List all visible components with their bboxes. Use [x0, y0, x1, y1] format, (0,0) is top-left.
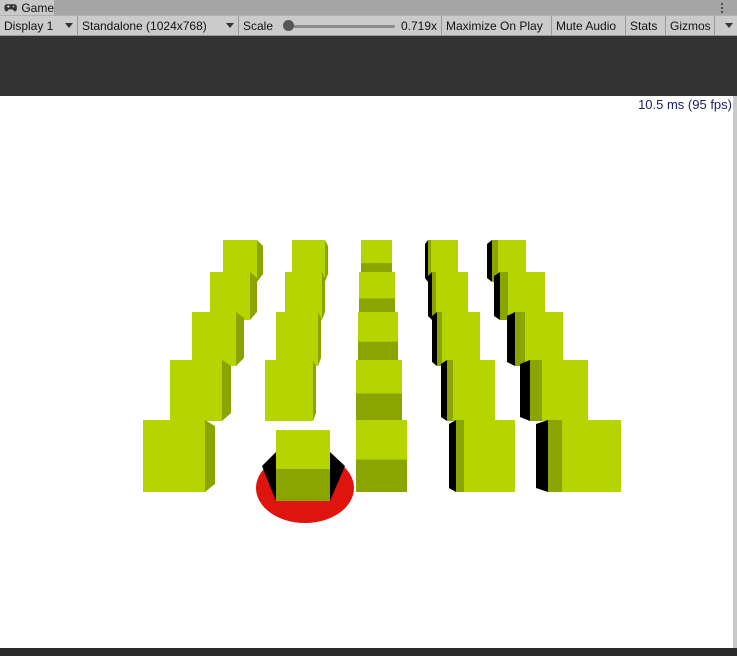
cube-24-shadow: [536, 420, 548, 492]
maximize-on-play-label: Maximize On Play: [446, 19, 543, 33]
cube-8-shadow: [428, 272, 432, 320]
maximize-on-play-toggle[interactable]: Maximize On Play: [442, 16, 552, 36]
game-window: Game Display 1 Standalone (1024x768) Sca…: [0, 0, 737, 656]
cube-4-shadow: [487, 240, 492, 282]
cube-18-shadow: [441, 360, 447, 421]
window-right-edge: [733, 96, 737, 648]
gizmos-label: Gizmos: [670, 19, 711, 33]
cube-11-side: [318, 312, 321, 366]
scale-slider-track[interactable]: [290, 25, 395, 28]
cube-5-side: [250, 272, 257, 320]
scale-value: 0.719x: [400, 19, 437, 33]
cube-13-shadow: [432, 312, 437, 366]
cube-18-front: [453, 360, 495, 421]
cube-20-side: [205, 420, 215, 492]
cube-10-side: [236, 312, 244, 366]
fps-readout: 10.5 ms (95 fps): [638, 97, 732, 112]
cube-21-lower-face: [276, 469, 330, 501]
cube-11-front: [276, 312, 318, 366]
cube-6-side: [322, 272, 325, 320]
cube-15-front: [170, 360, 222, 421]
cube-0-side: [257, 240, 263, 282]
gizmos-dropdown[interactable]: [715, 16, 737, 36]
scale-label: Scale: [243, 19, 274, 33]
tab-bar: Game: [0, 0, 737, 15]
cube-8-side: [432, 272, 436, 320]
tab-game[interactable]: Game: [0, 0, 54, 15]
cube-10-front: [192, 312, 236, 366]
game-scene: [143, 240, 621, 523]
cube-24-side: [548, 420, 562, 492]
cube-20-front: [143, 420, 205, 492]
mute-audio-toggle[interactable]: Mute Audio: [552, 16, 626, 36]
stats-label: Stats: [630, 19, 658, 33]
cube-18-side: [447, 360, 453, 421]
gamepad-icon: [4, 3, 17, 11]
cube-13-front: [442, 312, 480, 366]
chevron-down-icon: [65, 23, 73, 28]
cube-24-front: [562, 420, 621, 492]
cube-23-front: [464, 420, 515, 492]
chevron-down-icon: [226, 23, 234, 28]
gizmos-toggle[interactable]: Gizmos: [666, 16, 715, 36]
cube-19-front: [542, 360, 588, 421]
cube-17-lower-face: [356, 393, 402, 421]
more-options-icon[interactable]: [717, 0, 727, 15]
cube-1-side: [325, 240, 328, 282]
resolution-dropdown[interactable]: Standalone (1024x768): [78, 16, 239, 36]
cube-19-side: [530, 360, 542, 421]
scale-slider-thumb[interactable]: [283, 20, 294, 31]
game-toolbar: Display 1 Standalone (1024x768) Scale 0.…: [0, 15, 737, 36]
game-view-letterbox-top: [0, 36, 737, 96]
cube-9-shadow: [494, 272, 500, 320]
cube-19-shadow: [520, 360, 530, 421]
cube-23-side: [456, 420, 464, 492]
cube-22-lower-face: [356, 459, 407, 492]
chevron-down-icon: [725, 23, 733, 28]
game-viewport[interactable]: 10.5 ms (95 fps): [0, 96, 733, 648]
cube-16-side: [313, 360, 316, 421]
mute-audio-label: Mute Audio: [556, 19, 617, 33]
display-dropdown-label: Display 1: [4, 19, 54, 33]
cube-14-side: [515, 312, 525, 366]
game-view-letterbox-bottom: [0, 648, 737, 656]
cube-13-side: [437, 312, 442, 366]
cube-9-side: [500, 272, 508, 320]
stats-toggle[interactable]: Stats: [626, 16, 666, 36]
cube-16-front: [265, 360, 313, 421]
cube-14-shadow: [507, 312, 515, 366]
cube-15-side: [222, 360, 231, 421]
display-dropdown[interactable]: Display 1: [0, 16, 78, 36]
tab-game-label: Game: [21, 0, 54, 15]
cube-23-shadow: [449, 420, 456, 492]
cube-14-front: [525, 312, 563, 366]
cube-3-shadow: [425, 240, 428, 282]
resolution-dropdown-label: Standalone (1024x768): [82, 19, 207, 33]
